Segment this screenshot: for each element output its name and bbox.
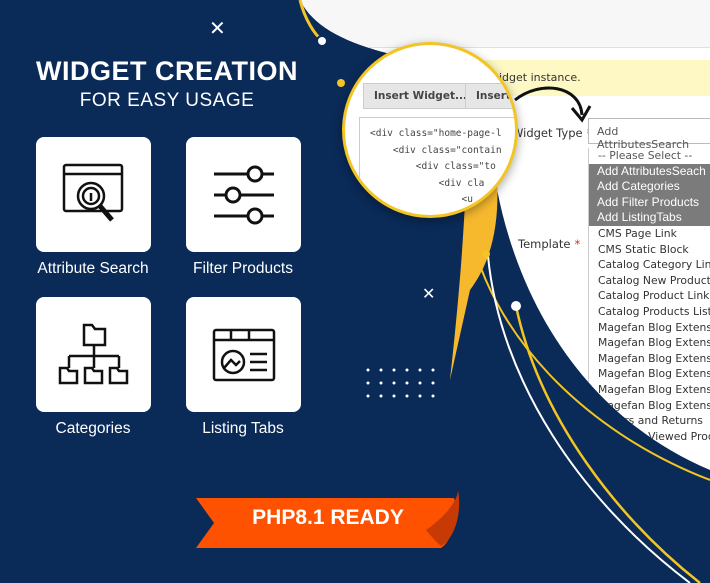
code-line: <div class="home-page-l [370, 128, 502, 139]
close-decoration-icon: ✕ [422, 286, 436, 303]
sliders-icon [213, 165, 274, 224]
arrow-icon [514, 86, 584, 116]
feature-card-attribute-search [36, 137, 151, 252]
close-decoration-icon: ✕ [209, 18, 226, 40]
feature-label: Listing Tabs [202, 420, 284, 437]
feature-label: Filter Products [193, 260, 293, 277]
dot [337, 79, 345, 87]
feature-label: Categories [55, 420, 131, 437]
feature-card-filter-products [186, 137, 301, 252]
category-tree-icon [58, 323, 128, 384]
code-line: <u [370, 194, 473, 205]
code-line: <div cla [370, 177, 485, 189]
dot-grid [366, 368, 435, 398]
magnifier-lens: Insert Widget... Insert <div class="home… [342, 42, 518, 218]
yellow-line [514, 305, 701, 583]
dot [511, 301, 521, 311]
insert-widget-button[interactable]: Insert Widget... [363, 83, 478, 109]
code-editor[interactable]: <div class="home-page-l <div class="cont… [359, 117, 515, 215]
promo-title: WIDGET CREATION [36, 56, 298, 86]
promo-subtitle: FOR EASY USAGE [79, 90, 255, 111]
feature-card-categories [36, 297, 151, 412]
php-ready-badge: PHP8.1 READY [252, 506, 404, 529]
attribute-search-icon [62, 163, 123, 222]
yellow-edge [298, 0, 323, 42]
code-line: <div class="contain [370, 144, 502, 156]
yellow-curve [469, 229, 710, 481]
feature-card-listing-tabs [186, 297, 301, 412]
feature-label: Attribute Search [37, 260, 149, 277]
code-line: <div class="to [370, 161, 496, 172]
dot [482, 250, 490, 258]
listing-tabs-icon [212, 328, 275, 381]
dot [316, 35, 328, 47]
insert-button[interactable]: Insert [465, 83, 515, 109]
